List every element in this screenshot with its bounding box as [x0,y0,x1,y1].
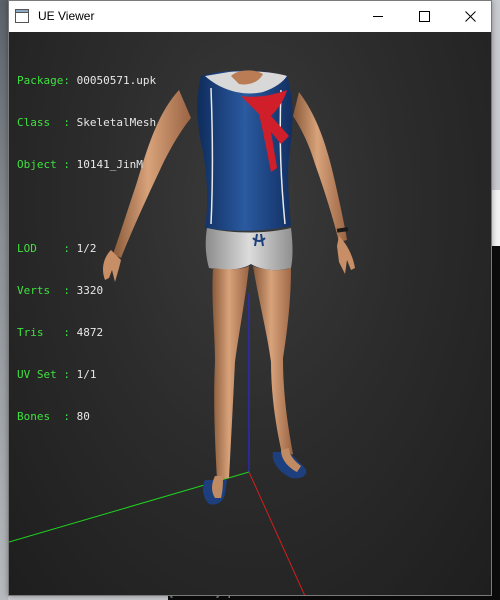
close-button[interactable] [447,1,493,32]
maximize-button[interactable] [401,1,447,32]
info-value: 80 [76,410,90,423]
shorts [205,228,293,271]
info-label: Object [17,158,57,171]
minimize-icon [372,16,383,17]
info-label: Verts [17,284,51,297]
info-row-bones: Bones: 80 [17,410,90,423]
close-icon [464,11,476,22]
info-value: 1/1 [76,368,97,381]
info-row-class: Class: SkeletalMesh [17,116,157,129]
info-value: 10141_JinM [76,158,143,171]
info-value: 1/2 [76,242,97,255]
info-row-object: Object: 10141_JinM [17,158,143,171]
background-window-edge [492,190,500,246]
left-foot [212,476,223,498]
info-row-verts: Verts: 3320 [17,284,104,297]
minimize-button[interactable] [355,1,401,32]
left-leg [212,266,249,480]
info-label: Package [17,74,64,87]
mesh-viewport[interactable]: Package: 00050571.upk Class: SkeletalMes… [9,32,491,595]
info-label: Tris [17,326,44,339]
info-value: 3320 [76,284,104,297]
info-row-lod: LOD: 1/2 [17,242,97,255]
app-window-icon [15,9,29,23]
info-value: 00050571.upk [76,74,157,87]
maximize-icon [418,11,430,22]
window-title: UE Viewer [38,9,95,23]
info-value: 4872 [76,326,104,339]
info-row-package: Package: 00050571.upk [17,74,157,87]
info-value: SkeletalMesh [76,116,157,129]
info-label: Class [17,116,51,129]
info-row-uvset: UV Set: 1/1 [17,368,97,381]
info-label: LOD [17,242,37,255]
info-label: Bones [17,410,51,423]
info-row-tris: Tris: 4872 [17,326,104,339]
mesh-info-overlay: Package: 00050571.upk Class: SkeletalMes… [17,46,156,452]
right-hand [337,236,355,274]
desktop-background-left [0,0,8,600]
title-bar[interactable]: UE Viewer [9,1,491,32]
right-arm [293,92,347,242]
ue-viewer-window[interactable]: UE Viewer Package: 00050571.upk Class: … [8,0,492,596]
right-leg [253,266,293,458]
axis-x-line [248,471,306,595]
info-label: UV Set [17,368,57,381]
